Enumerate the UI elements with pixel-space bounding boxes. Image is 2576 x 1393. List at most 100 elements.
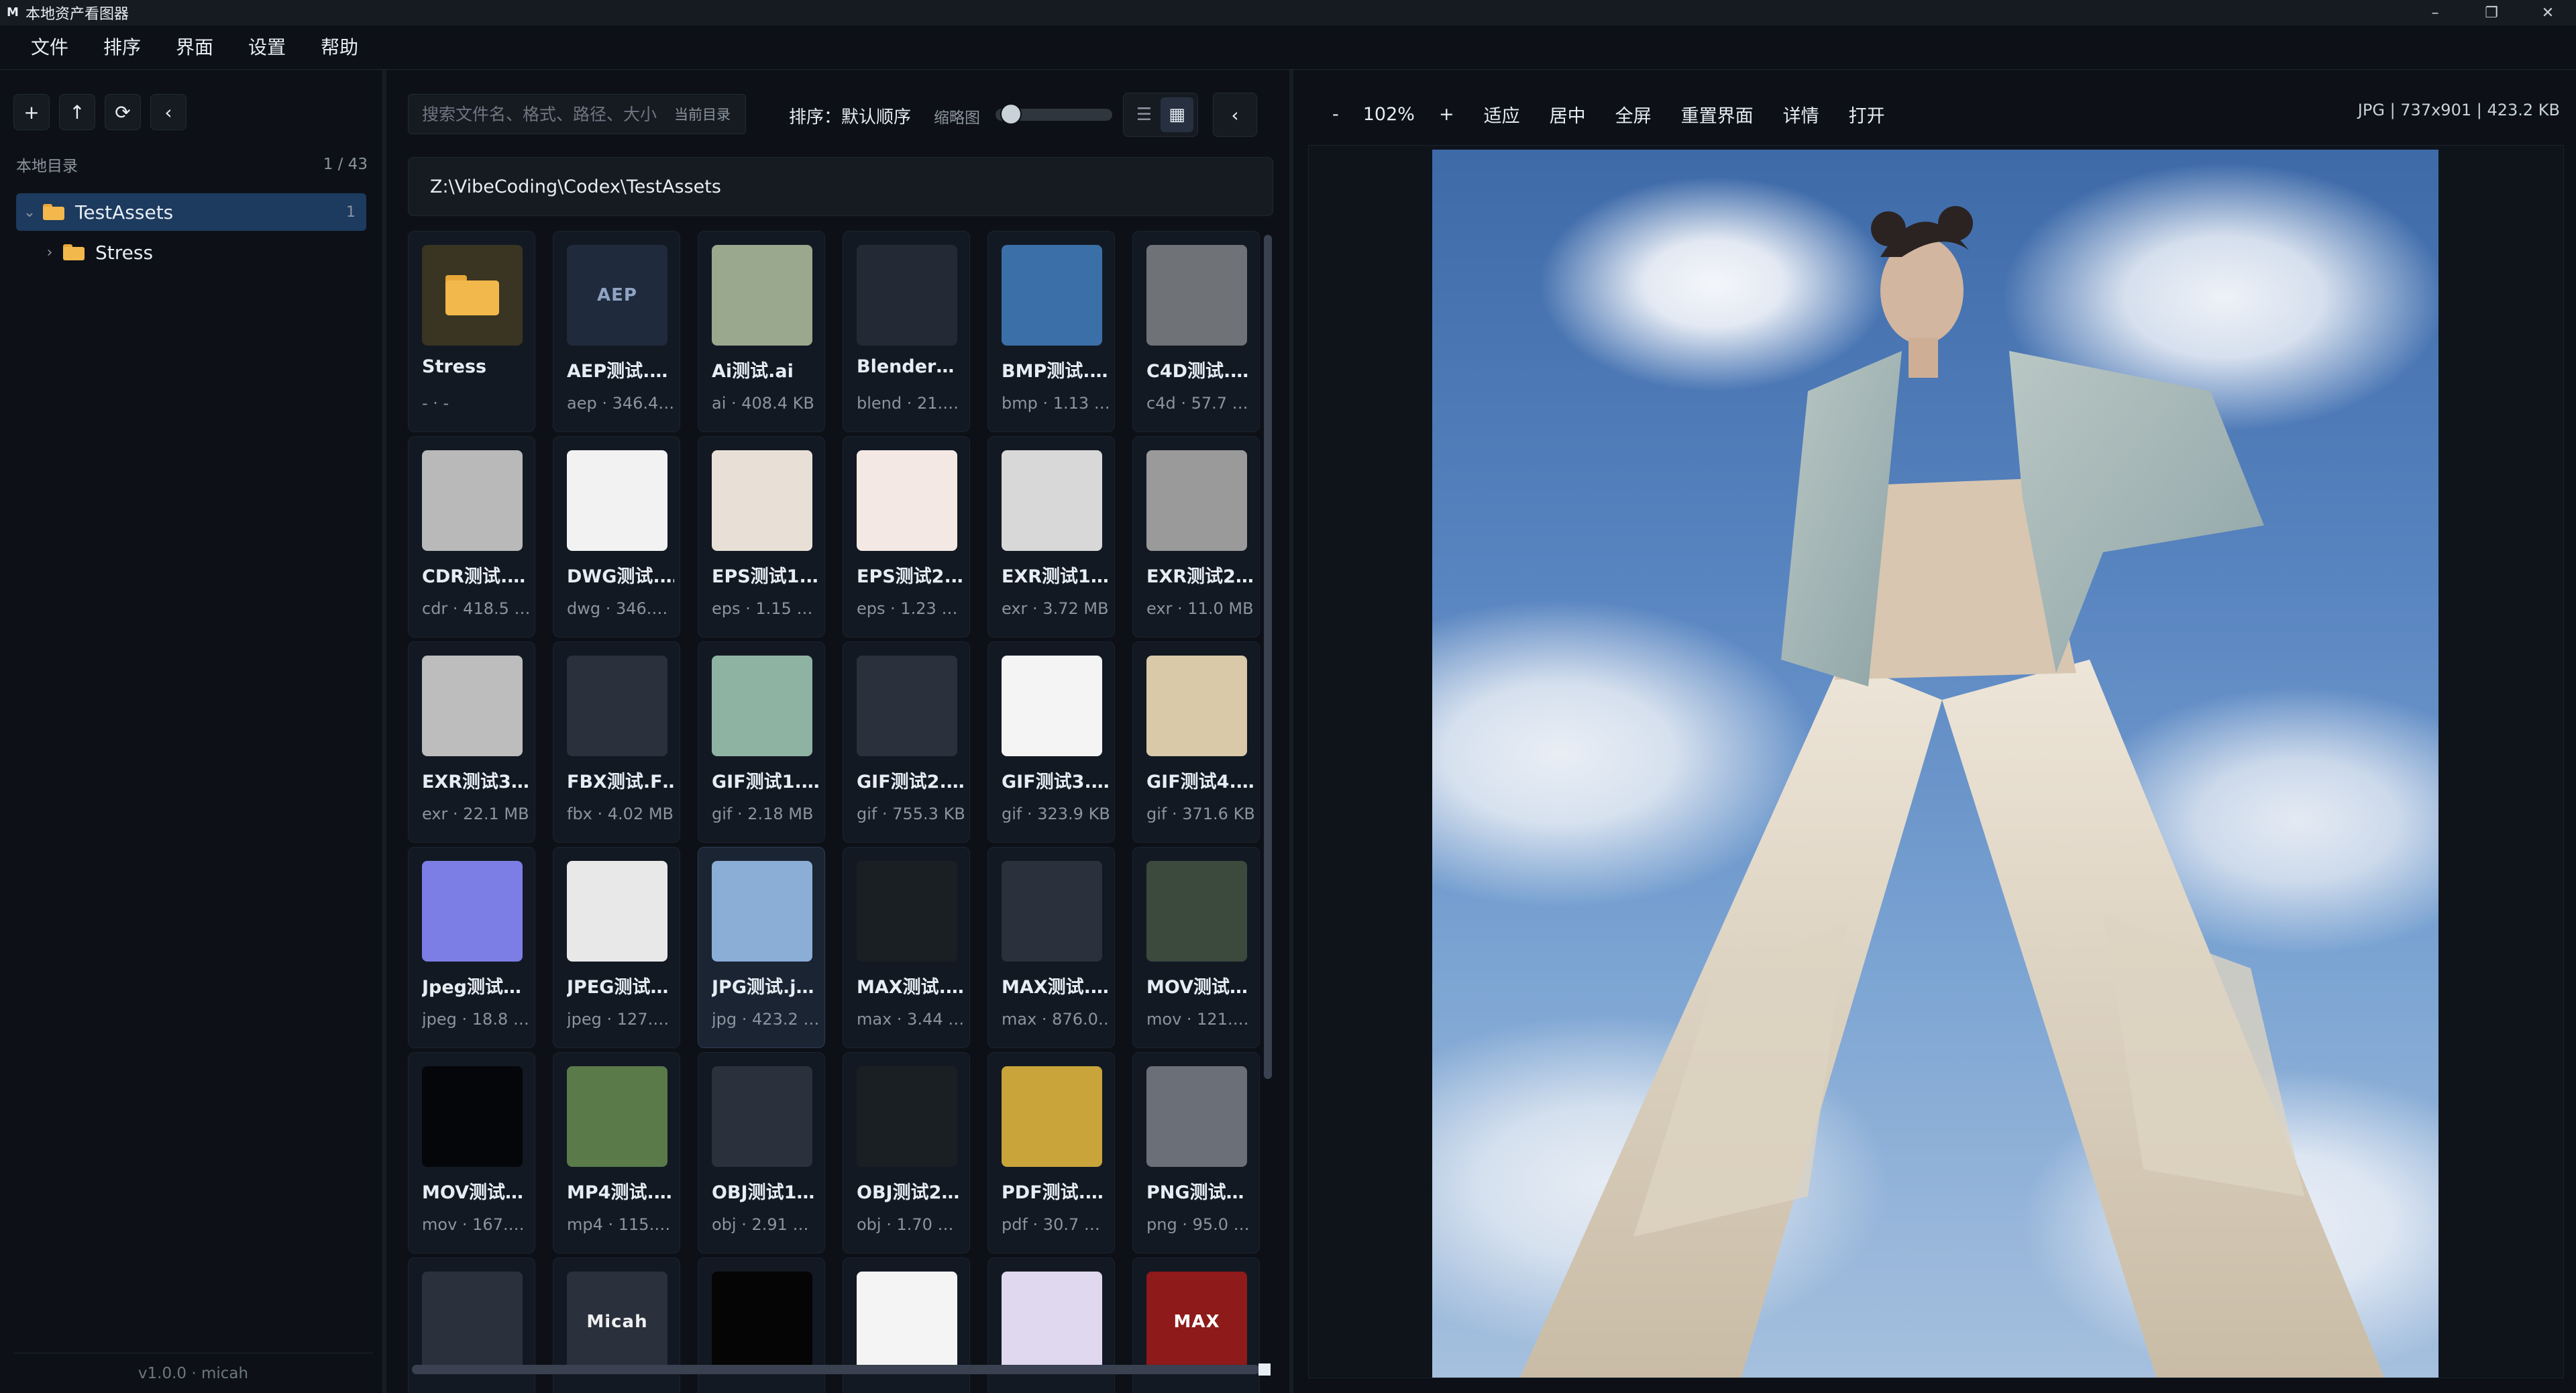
asset-thumbnail <box>1146 861 1247 962</box>
menu-sort[interactable]: 排序 <box>86 25 158 70</box>
asset-grid: Stress - · - AEP AEP测试.… aep · 346.4… Ai测试.ai… <box>408 231 1260 1393</box>
asset-thumbnail <box>1146 245 1247 346</box>
center-button[interactable]: 居中 <box>1535 101 1601 127</box>
close-button[interactable]: ✕ <box>2520 0 2576 25</box>
asset-meta: blend · 21.… <box>857 394 959 413</box>
asset-name: GIF测试4.… <box>1146 772 1254 792</box>
asset-card[interactable]: FBX测试.F… fbx · 4.02 MB <box>553 641 680 843</box>
chevron-right-icon[interactable]: › <box>36 244 63 261</box>
asset-thumbnail <box>1146 1066 1247 1167</box>
asset-card[interactable]: OBJ测试1… obj · 2.91 … <box>698 1052 825 1253</box>
asset-meta: gif · 2.18 MB <box>712 805 814 823</box>
search-scope-button[interactable]: 当前目录 <box>674 104 731 124</box>
restore-button[interactable]: ❐ <box>2463 0 2520 25</box>
refresh-button[interactable]: ⟳ <box>105 94 141 130</box>
fit-button[interactable]: 适应 <box>1469 101 1535 127</box>
asset-card[interactable]: DWG测试.… dwg · 346.… <box>553 436 680 637</box>
asset-meta: mov · 167.… <box>422 1215 525 1234</box>
asset-card[interactable]: PNG测试… png · 95.0 … <box>1132 1052 1260 1253</box>
asset-card[interactable]: MP4测试.… mp4 · 115.… <box>553 1052 680 1253</box>
asset-card[interactable]: GIF测试3.… gif · 323.9 KB <box>987 641 1115 843</box>
asset-card[interactable]: MOV测试… mov · 121.… <box>1132 847 1260 1048</box>
details-button[interactable]: 详情 <box>1768 101 1834 127</box>
sidebar-toolbar: + ↑ ⟳ ‹ <box>13 94 186 130</box>
asset-name: Jpeg测试… <box>422 977 522 998</box>
asset-card[interactable]: EPS测试2.… eps · 1.23 … <box>843 436 970 637</box>
asset-card[interactable]: C4D测试.… c4d · 57.7 … <box>1132 231 1260 432</box>
asset-thumbnail <box>1002 861 1102 962</box>
asset-meta: max · 876.0… <box>1002 1010 1109 1029</box>
asset-card[interactable]: MAX测试.… max · 3.44 … <box>843 847 970 1048</box>
asset-card[interactable]: GIF测试2.… gif · 755.3 KB <box>843 641 970 843</box>
minimize-button[interactable]: – <box>2407 0 2463 25</box>
add-folder-button[interactable]: + <box>13 94 50 130</box>
chevron-down-icon[interactable]: ⌄ <box>16 204 43 221</box>
path-bar[interactable]: Z:\VibeCoding\Codex\TestAssets <box>408 157 1273 216</box>
asset-card[interactable]: EXR测试3… exr · 22.1 MB <box>408 641 535 843</box>
asset-grid-panel: 当前目录 排序：默认顺序 缩略图 ☰ ▦ ‹ Z:\VibeCoding\Cod… <box>390 70 1293 1393</box>
asset-meta: ai · 408.4 KB <box>712 394 814 413</box>
asset-name: GIF测试3.… <box>1002 772 1109 792</box>
asset-thumbnail <box>1146 450 1247 551</box>
asset-name: DWG测试.… <box>567 566 674 587</box>
list-view-icon[interactable]: ☰ <box>1128 97 1161 132</box>
thumbnail-size-slider[interactable] <box>996 103 1112 125</box>
asset-card[interactable]: EXR测试1… exr · 3.72 MB <box>987 436 1115 637</box>
asset-name: GIF测试2.… <box>857 772 964 792</box>
asset-card[interactable]: Stress - · - <box>408 231 535 432</box>
asset-meta: cdr · 418.5 … <box>422 599 529 618</box>
asset-card[interactable]: JPEG测试… jpeg · 127.… <box>553 847 680 1048</box>
search-input[interactable] <box>422 104 670 124</box>
asset-meta: aep · 346.4… <box>567 394 674 413</box>
asset-card[interactable]: MOV测试… mov · 167.… <box>408 1052 535 1253</box>
fullscreen-button[interactable]: 全屏 <box>1601 101 1666 127</box>
asset-card[interactable]: MAX测试.… max · 876.0… <box>987 847 1115 1048</box>
asset-thumbnail <box>857 450 957 551</box>
asset-card[interactable]: OBJ测试2… obj · 1.70 … <box>843 1052 970 1253</box>
tree-item-stress[interactable]: › Stress <box>36 234 366 271</box>
app-title: 本地资产看图器 <box>25 6 129 23</box>
asset-card[interactable]: PDF测试.… pdf · 30.7 … <box>987 1052 1115 1253</box>
grid-vertical-scrollbar[interactable] <box>1264 235 1272 1079</box>
folder-icon <box>43 204 64 220</box>
asset-meta: eps · 1.23 … <box>857 599 958 618</box>
collapse-sidebar-button[interactable]: ‹ <box>150 94 186 130</box>
open-button[interactable]: 打开 <box>1834 101 1900 127</box>
asset-card[interactable]: Ai测试.ai ai · 408.4 KB <box>698 231 825 432</box>
preview-image[interactable] <box>1432 150 2438 1378</box>
asset-card[interactable]: EPS测试1.… eps · 1.15 … <box>698 436 825 637</box>
asset-thumbnail <box>857 245 957 346</box>
search-box: 当前目录 <box>408 94 746 134</box>
asset-name: Ai测试.ai <box>712 361 794 382</box>
asset-thumbnail <box>422 450 523 551</box>
asset-card[interactable]: JPG测试.j… jpg · 423.2 … <box>698 847 825 1048</box>
chevron-left-icon: ‹ <box>1231 103 1239 126</box>
menu-view[interactable]: 界面 <box>158 25 231 70</box>
asset-card[interactable]: BMP测试.… bmp · 1.13 … <box>987 231 1115 432</box>
asset-card[interactable]: GIF测试4.… gif · 371.6 KB <box>1132 641 1260 843</box>
asset-card[interactable]: GIF测试1.… gif · 2.18 MB <box>698 641 825 843</box>
image-canvas[interactable] <box>1308 145 2564 1378</box>
asset-card[interactable]: Blender… blend · 21.… <box>843 231 970 432</box>
sort-dropdown[interactable]: 排序：默认顺序 <box>789 103 911 128</box>
asset-meta: mov · 121.… <box>1146 1010 1249 1029</box>
tree-item-testassets[interactable]: ⌄ TestAssets 1 <box>16 193 366 231</box>
asset-thumbnail <box>567 450 667 551</box>
asset-card[interactable]: AEP AEP测试.… aep · 346.4… <box>553 231 680 432</box>
menu-help[interactable]: 帮助 <box>303 25 376 70</box>
asset-card[interactable]: EXR测试2… exr · 11.0 MB <box>1132 436 1260 637</box>
grid-view-icon[interactable]: ▦ <box>1161 97 1193 132</box>
reset-layout-button[interactable]: 重置界面 <box>1666 101 1768 127</box>
zoom-in-button[interactable]: + <box>1424 104 1469 125</box>
asset-card[interactable]: CDR测试.… cdr · 418.5 … <box>408 436 535 637</box>
grid-horizontal-scrollbar[interactable] <box>412 1365 1260 1374</box>
zoom-out-button[interactable]: - <box>1318 104 1354 125</box>
asset-card[interactable]: Jpeg测试… jpeg · 18.8 … <box>408 847 535 1048</box>
asset-thumbnail <box>857 1272 957 1372</box>
slider-handle[interactable] <box>1000 103 1022 125</box>
parent-folder-button[interactable]: ↑ <box>59 94 95 130</box>
collapse-grid-button[interactable]: ‹ <box>1213 93 1257 137</box>
asset-thumbnail <box>712 450 812 551</box>
menu-file[interactable]: 文件 <box>13 25 86 70</box>
menu-settings[interactable]: 设置 <box>231 25 303 70</box>
